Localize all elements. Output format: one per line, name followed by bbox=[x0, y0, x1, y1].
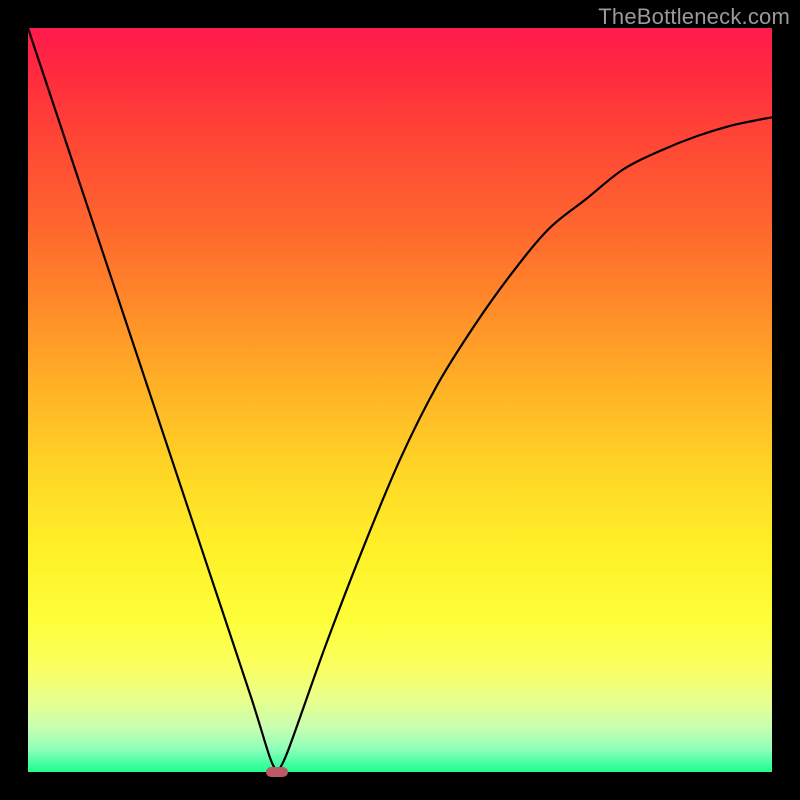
chart-frame: TheBottleneck.com bbox=[0, 0, 800, 800]
minimum-marker bbox=[266, 767, 288, 777]
watermark-text: TheBottleneck.com bbox=[598, 4, 790, 30]
plot-area bbox=[28, 28, 772, 772]
bottleneck-curve bbox=[28, 28, 772, 772]
